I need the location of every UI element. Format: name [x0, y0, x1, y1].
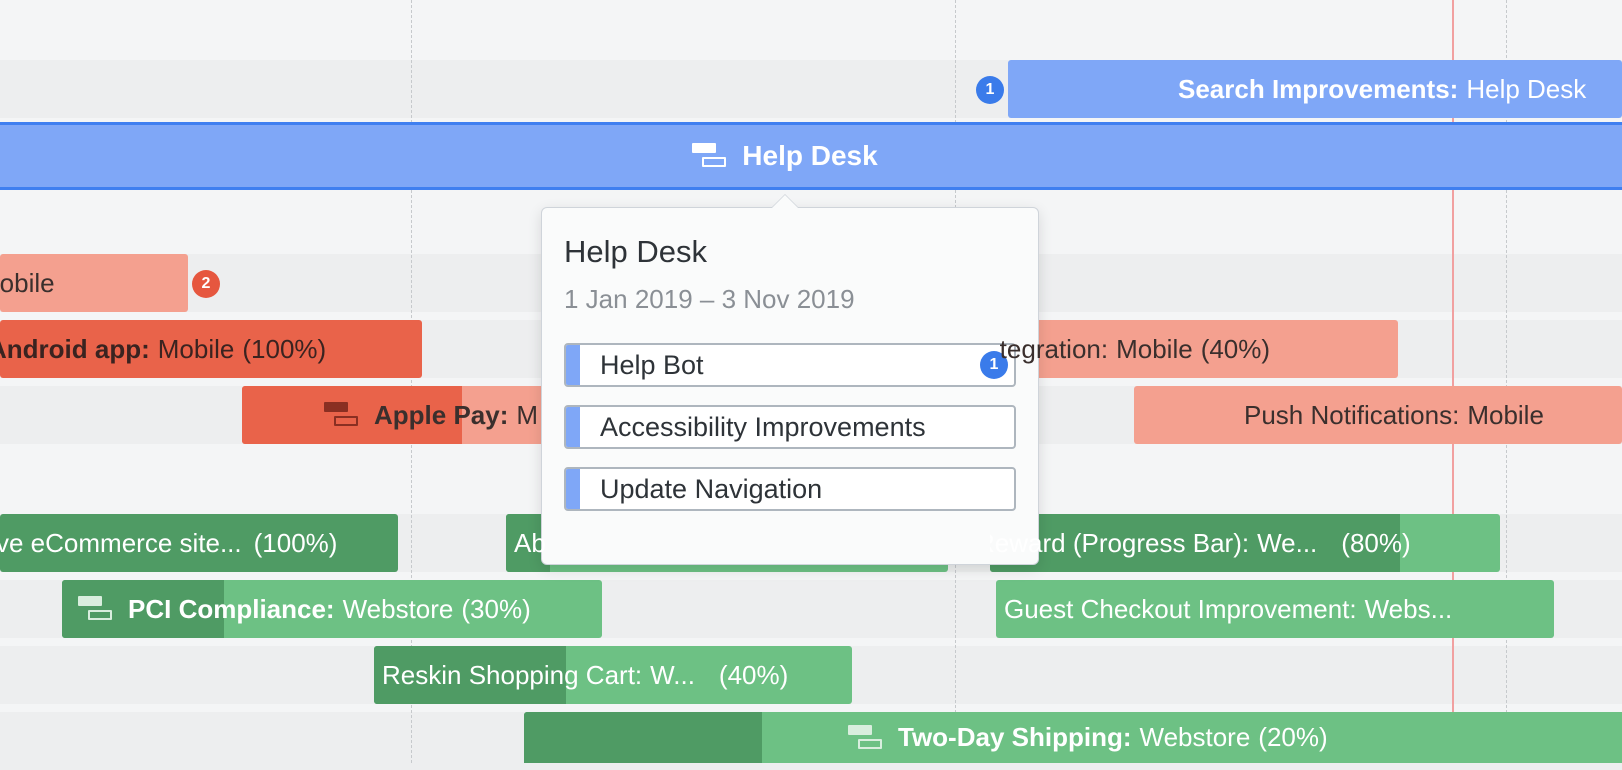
popover-item-update-navigation[interactable]: Update Navigation	[564, 467, 1016, 511]
bar-reskin-shopping-cart[interactable]: Reskin Shopping Cart: W... (40%)	[374, 646, 852, 704]
bar-team: Mobile	[1116, 333, 1193, 364]
bar-title: Push Notifications:	[1244, 399, 1460, 430]
bar-progress: (40%)	[1200, 333, 1271, 364]
bar-team: M	[516, 399, 539, 430]
bar-search-improvements[interactable]: Search Improvements: Help Desk	[1008, 60, 1622, 118]
bar-team: We...	[1257, 527, 1318, 558]
bar-title: Android app:	[0, 333, 150, 364]
bar-progress: (100%)	[253, 527, 338, 558]
epic-icon	[78, 596, 114, 622]
popover-date-range: 1 Jan 2019 – 3 Nov 2019	[564, 284, 855, 314]
dependency-badge[interactable]: 2	[192, 270, 220, 298]
popover-title: Help Desk	[564, 234, 707, 269]
bar-team: Mobile	[1467, 399, 1544, 430]
bar-team: Webs...	[1364, 593, 1453, 624]
bar-title: Reskin Shopping Cart:	[382, 659, 643, 690]
dependency-badge[interactable]: 1	[976, 76, 1004, 104]
item-color-stripe	[566, 407, 580, 447]
bar-title: ve eCommerce site...	[0, 527, 242, 558]
epic-icon	[324, 402, 360, 428]
bar-guest-checkout[interactable]: Guest Checkout Improvement: Webs...	[996, 580, 1554, 638]
bar-title: Help Desk	[742, 140, 878, 171]
bar-title: Guest Checkout Improvement:	[1004, 593, 1357, 624]
bar-title: Apple Pay:	[374, 399, 509, 430]
bar-progress: (40%)	[718, 659, 789, 690]
bar-android-app[interactable]: Android app: Mobile (100%)	[0, 320, 422, 378]
bar-team: W...	[650, 659, 695, 690]
bar-help-desk[interactable]: Help Desk	[0, 122, 1622, 190]
bar-integration[interactable]: Integration: Mobile (40%)	[1000, 320, 1398, 378]
bar-apple-pay[interactable]: Apple Pay: M	[242, 386, 562, 444]
bar-progress: (100%)	[242, 333, 327, 364]
item-color-stripe	[566, 345, 580, 385]
bar-title: Integration:	[1000, 333, 1109, 364]
bar-title: Ab	[514, 527, 546, 558]
bar-pci-compliance[interactable]: PCI Compliance: Webstore (30%)	[62, 580, 602, 638]
popover-item-label: Accessibility Improvements	[600, 411, 926, 442]
popover-arrow	[771, 194, 799, 208]
item-color-stripe	[566, 469, 580, 509]
bar-team: Mobile	[157, 333, 235, 364]
bar-progress: (30%)	[461, 593, 531, 624]
bar-team: Mobile	[0, 267, 55, 298]
bar-progress: (20%)	[1258, 722, 1328, 752]
bar-team: Help Desk	[1466, 73, 1587, 104]
bar-push-notifications[interactable]: Push Notifications: Mobile	[1134, 386, 1622, 444]
bar-title: Two-Day Shipping:	[898, 722, 1132, 752]
bar-title: Search Improvements:	[1178, 73, 1459, 104]
epic-icon	[848, 724, 884, 751]
bar-title: Reward (Progress Bar):	[990, 527, 1250, 558]
bar-mobile-item[interactable]: Mobile	[0, 254, 188, 312]
bar-reward-progress[interactable]: Reward (Progress Bar): We... (80%)	[990, 514, 1500, 572]
bar-team: Webstore	[1139, 722, 1251, 752]
epic-icon	[692, 143, 728, 169]
popover-item-list: Help Bot 1 Accessibility Improvements Up…	[564, 343, 1016, 511]
bar-two-day-shipping[interactable]: Two-Day Shipping: Webstore (20%)	[524, 712, 1622, 763]
bar-title: PCI Compliance:	[128, 593, 335, 624]
epic-popover: Help Desk 1 Jan 2019 – 3 Nov 2019 Help B…	[541, 194, 1039, 565]
bar-team: Webstore	[342, 593, 454, 624]
popover-item-label: Help Bot	[600, 349, 704, 380]
bar-ecommerce-site[interactable]: ve eCommerce site... (100%)	[0, 514, 398, 572]
popover-item-accessibility[interactable]: Accessibility Improvements	[564, 405, 1016, 449]
popover-item-help-bot[interactable]: Help Bot 1	[564, 343, 1016, 387]
bar-progress: (80%)	[1341, 527, 1411, 558]
popover-item-label: Update Navigation	[600, 473, 823, 504]
